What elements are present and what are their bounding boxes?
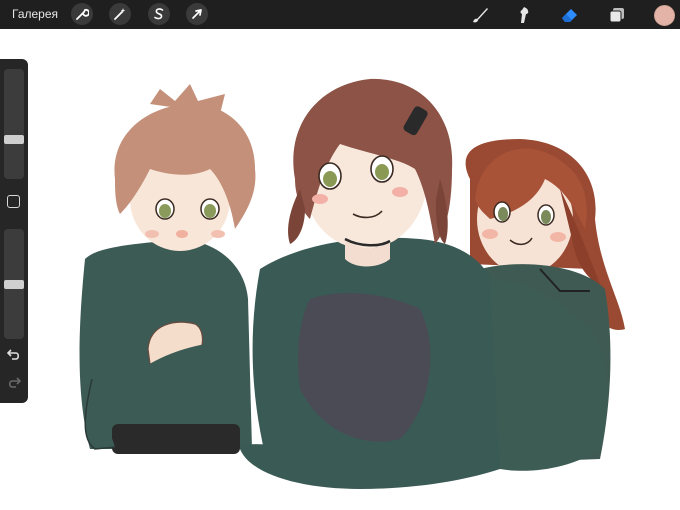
layers-icon[interactable] — [605, 3, 629, 27]
smudge-icon[interactable] — [512, 3, 536, 27]
side-toolbar — [0, 59, 28, 403]
top-toolbar: Галерея — [0, 0, 680, 29]
brush-size-slider[interactable] — [4, 69, 24, 179]
brush-icon[interactable] — [468, 3, 492, 27]
left-character — [79, 84, 256, 454]
drawing-canvas[interactable] — [0, 29, 680, 510]
magic-wand-icon[interactable] — [109, 3, 131, 25]
redo-icon[interactable] — [7, 377, 22, 393]
undo-icon[interactable] — [6, 349, 21, 365]
wrench-icon[interactable] — [71, 3, 93, 25]
selection-s-icon[interactable] — [148, 3, 170, 25]
opacity-handle[interactable] — [4, 280, 24, 289]
opacity-slider[interactable] — [4, 229, 24, 339]
gallery-button[interactable]: Галерея — [12, 7, 58, 21]
current-color-swatch[interactable] — [654, 5, 675, 26]
square-icon[interactable] — [7, 195, 20, 208]
eraser-icon[interactable] — [558, 3, 582, 27]
artwork — [79, 78, 625, 489]
brush-size-handle[interactable] — [4, 135, 24, 144]
arrow-cursor-icon[interactable] — [186, 3, 208, 25]
